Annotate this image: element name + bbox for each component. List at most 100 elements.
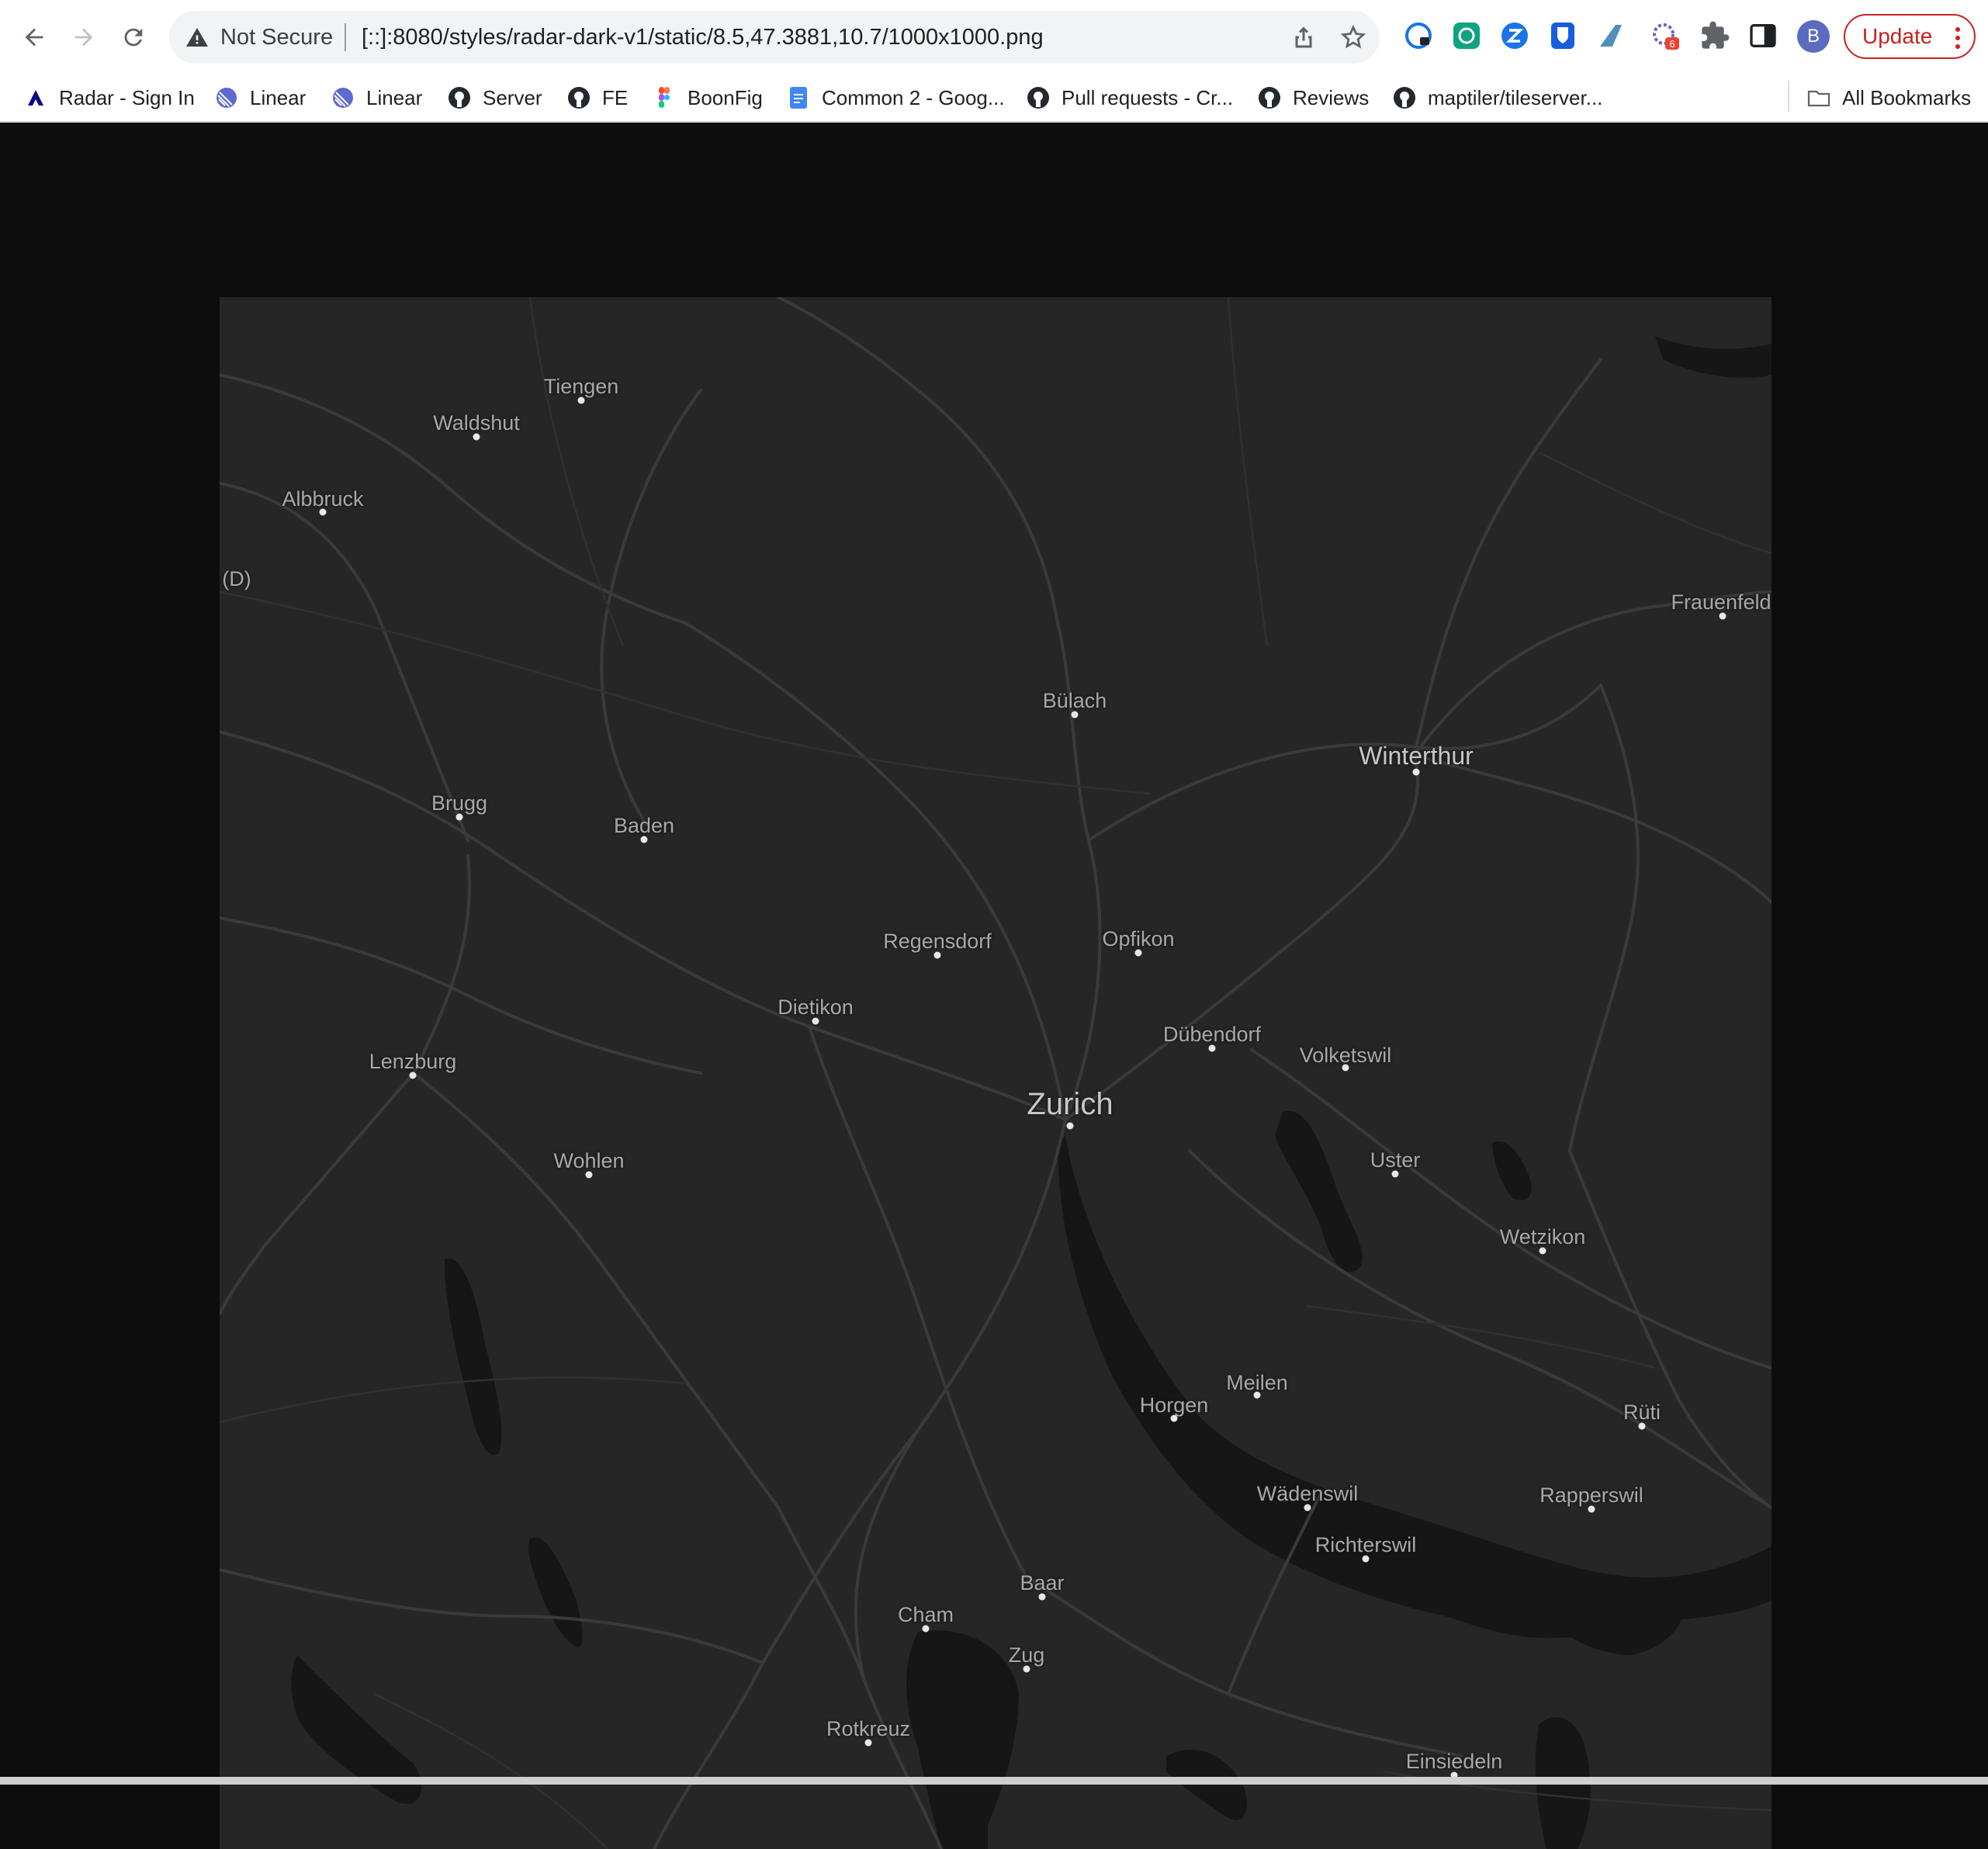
place-dot (1134, 949, 1142, 957)
radar-icon (28, 90, 43, 106)
place-label: Lenzburg (369, 1050, 457, 1073)
place-dot (455, 813, 463, 821)
divider (345, 23, 346, 51)
place-dot (577, 396, 585, 404)
bookmark-label: Pull requests - Cr... (1062, 85, 1234, 109)
warning-icon (186, 28, 208, 47)
place-label: Wohlen (553, 1149, 625, 1172)
place-label: Rüti (1623, 1401, 1661, 1424)
place-dot (319, 508, 327, 516)
extensions-puzzle-icon[interactable] (1699, 20, 1730, 51)
place-label: Zurich (1027, 1087, 1113, 1121)
github-icon (1259, 87, 1280, 109)
bookmark-linear-2[interactable]: Linear (331, 81, 422, 115)
arrow-right-icon (74, 28, 93, 47)
place-dot (1253, 1391, 1261, 1399)
bookmark-fe[interactable]: FE (566, 81, 628, 115)
place-label: Rapperswil (1539, 1484, 1643, 1507)
place-label: Dübendorf (1162, 1023, 1262, 1046)
github-icon (1027, 87, 1049, 109)
place-dot (1588, 1505, 1595, 1513)
bookmarks-divider (1788, 81, 1789, 112)
address-bar[interactable]: Not Secure [::]:8080/styles/radar-dark-v… (169, 11, 1380, 64)
place-dot (1362, 1555, 1370, 1563)
bookmark-star-icon[interactable] (1339, 23, 1367, 51)
place-dot (922, 1625, 930, 1633)
bookmark-label: Linear (366, 85, 423, 109)
extension-bitwarden-icon[interactable] (1547, 20, 1578, 51)
place-dot (1719, 612, 1727, 620)
security-label[interactable]: Not Secure (220, 25, 333, 50)
lake-zurich (1058, 1135, 1772, 1639)
pfaffikersee (1492, 1141, 1532, 1200)
bookmark-label: Common 2 - Goog... (822, 85, 1005, 109)
place-label: Brugg (431, 791, 488, 815)
forward-button[interactable] (64, 17, 104, 57)
place-dot (812, 1017, 819, 1025)
place-dot (1304, 1504, 1311, 1511)
reload-button[interactable] (113, 17, 154, 57)
bookmark-boonfig[interactable]: BoonFig (652, 81, 763, 115)
extension-ramp-icon[interactable] (1595, 20, 1626, 51)
more-vert-icon (1955, 27, 1960, 49)
bookmark-pull-requests[interactable]: Pull requests - Cr... (1026, 81, 1233, 115)
place-label: Uster (1370, 1148, 1421, 1172)
greifensee (1275, 1110, 1363, 1272)
bookmark-radar[interactable]: Radar - Sign In (23, 81, 195, 115)
place-dot (640, 836, 648, 843)
place-label: Regensdorf (883, 930, 992, 953)
linear-icon (216, 88, 237, 108)
back-button[interactable] (14, 17, 54, 57)
place-dot (1412, 768, 1420, 776)
bookmark-reviews[interactable]: Reviews (1257, 81, 1369, 115)
place-label: Waldshut (433, 411, 520, 435)
place-dot (864, 1739, 872, 1747)
place-dot (585, 1171, 593, 1179)
extension-sparkle-icon[interactable]: 6 (1650, 20, 1681, 51)
page-content: Tiengen Waldshut Albbruck (D) Frauenfeld… (0, 123, 1988, 1849)
reload-icon (124, 28, 143, 47)
place-label: Zug (1008, 1643, 1045, 1667)
extension-z-icon[interactable] (1499, 20, 1530, 51)
baldeggersee (528, 1537, 583, 1647)
bookmark-label: FE (602, 85, 629, 109)
all-bookmarks[interactable]: All Bookmarks (1806, 81, 1971, 115)
extension-openai-icon[interactable] (1451, 20, 1482, 51)
place-dot (1391, 1170, 1399, 1178)
github-icon (568, 87, 590, 109)
update-button[interactable]: Update (1844, 14, 1976, 59)
zugersee (906, 1630, 1019, 1849)
lake-north-east (1655, 336, 1772, 378)
extension-password-icon[interactable] (1403, 20, 1434, 51)
lake-aegeri (1166, 1750, 1247, 1820)
place-dot (1342, 1064, 1349, 1072)
url-text[interactable]: [::]:8080/styles/radar-dark-v1/static/8.… (362, 25, 1044, 50)
place-label: Wädenswil (1256, 1482, 1359, 1505)
folder-icon (1807, 90, 1830, 107)
bookmark-google-doc[interactable]: Common 2 - Goog... (786, 81, 1005, 115)
bookmark-linear-1[interactable]: Linear (214, 81, 306, 115)
github-icon (449, 87, 470, 109)
place-dot (1170, 1414, 1178, 1422)
place-label: Opfikon (1102, 927, 1175, 950)
window-bottom-edge (0, 1777, 1988, 1785)
profile-avatar[interactable]: B (1797, 20, 1830, 53)
place-label: Wetzikon (1499, 1225, 1586, 1248)
place-label: Horgen (1139, 1394, 1209, 1417)
place-label: Richterswil (1314, 1533, 1417, 1556)
place-dot (1208, 1044, 1216, 1052)
place-dot (1023, 1665, 1030, 1673)
bookmark-tileserver[interactable]: maptiler/tileserver... (1392, 81, 1602, 115)
bookmark-server[interactable]: Server (447, 81, 542, 115)
browser-toolbar: Not Secure [::]:8080/styles/radar-dark-v… (0, 0, 1988, 74)
github-icon (1394, 87, 1415, 109)
all-bookmarks-label: All Bookmarks (1842, 85, 1972, 109)
side-panel-icon[interactable] (1747, 20, 1778, 51)
figma-icon (659, 87, 670, 108)
share-icon[interactable] (1290, 23, 1318, 51)
place-dot (1066, 1122, 1074, 1130)
place-dot (1539, 1247, 1546, 1255)
place-label: Einsiedeln (1405, 1750, 1503, 1773)
place-label: Tiengen (543, 375, 619, 398)
arrow-left-icon (25, 28, 43, 47)
